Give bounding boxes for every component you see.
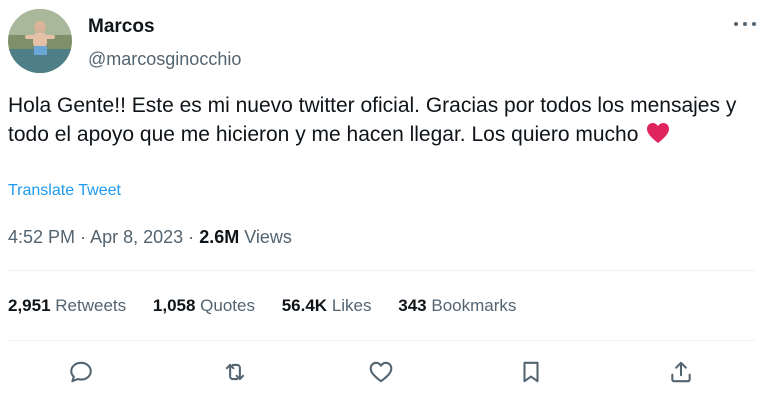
stat-count: 1,058 <box>152 296 196 315</box>
translate-tweet-link[interactable]: Translate Tweet <box>8 180 121 202</box>
red-heart-icon <box>646 122 670 152</box>
avatar[interactable] <box>8 9 72 73</box>
author-names: Marcos @marcosginocchio <box>88 16 241 70</box>
stat-label: Quotes <box>200 296 255 315</box>
like-icon[interactable] <box>361 352 401 392</box>
stat-label: Bookmarks <box>431 296 517 315</box>
bookmark-icon[interactable] <box>511 352 551 392</box>
stat-retweets[interactable]: 2,951 Retweets <box>8 294 126 318</box>
tweet-time[interactable]: 4:52 PM <box>8 227 75 247</box>
stat-quotes[interactable]: 1,058 Quotes <box>153 294 255 318</box>
divider <box>8 340 756 341</box>
views-label: Views <box>244 227 292 247</box>
action-bar <box>44 352 728 392</box>
tweet-body: Hola Gente!! Este es mi nuevo twitter of… <box>8 94 737 146</box>
stat-count: 343 <box>398 296 427 315</box>
tweet-date[interactable]: Apr 8, 2023 <box>90 227 183 247</box>
display-name[interactable]: Marcos <box>88 16 241 38</box>
share-icon[interactable] <box>661 352 701 392</box>
stat-label: Likes <box>331 296 372 315</box>
tweet-header: Marcos @marcosginocchio <box>8 9 762 75</box>
views-count: 2.6M <box>199 227 240 247</box>
tweet-text: Hola Gente!! Este es mi nuevo twitter of… <box>8 91 758 152</box>
stat-label: Retweets <box>55 296 127 315</box>
divider <box>8 270 756 271</box>
tweet-stats: 2,951 Retweets 1,058 Quotes 56.4K Likes … <box>8 294 538 318</box>
tweet-meta: 4:52 PM · Apr 8, 2023 · 2.6M Views <box>8 225 292 249</box>
retweet-icon[interactable] <box>215 352 255 392</box>
reply-icon[interactable] <box>61 352 101 392</box>
stat-count: 2,951 <box>8 296 51 315</box>
user-handle[interactable]: @marcosginocchio <box>88 48 241 70</box>
more-options-icon[interactable] <box>734 17 756 31</box>
stat-bookmarks[interactable]: 343 Bookmarks <box>398 294 516 318</box>
meta-separator: · <box>80 227 87 247</box>
meta-separator: · <box>188 227 195 247</box>
stat-count: 56.4K <box>281 296 328 315</box>
stat-likes[interactable]: 56.4K Likes <box>282 294 372 318</box>
